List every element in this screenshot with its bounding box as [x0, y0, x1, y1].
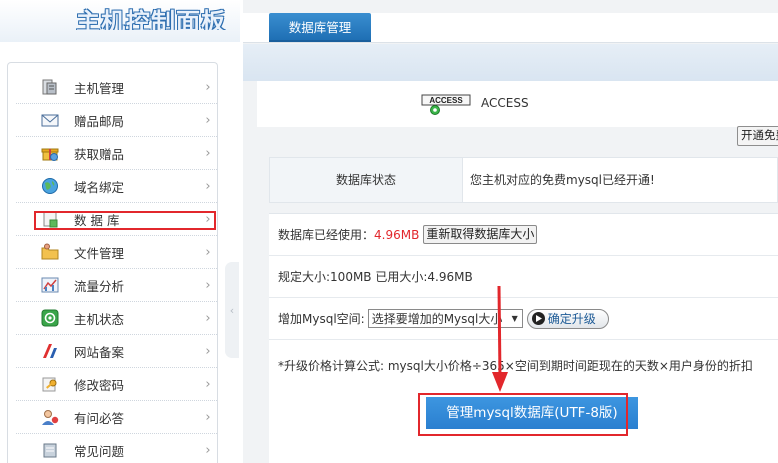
sidebar-item-label: 获取赠品 — [74, 146, 125, 162]
used-label: 数据库已经使用： — [278, 228, 375, 242]
power-icon — [40, 308, 60, 328]
access-label: ACCESS — [481, 96, 529, 110]
database-status-row: 数据库状态 您主机对应的免费mysql已经开通! — [269, 157, 778, 203]
chevron-right-icon: › — [205, 409, 211, 425]
tab-database-management[interactable]: 数据库管理 — [269, 13, 371, 42]
sidebar-item-get-gift[interactable]: 获取赠品 › — [16, 137, 217, 170]
chevron-right-icon: › — [205, 145, 211, 161]
folder-icon — [40, 242, 60, 262]
add-space-label: 增加Mysql空间: — [278, 312, 365, 326]
header-strip — [243, 44, 778, 81]
chevron-right-icon: › — [205, 79, 211, 95]
user-help-icon — [40, 407, 60, 427]
sidebar-item-gift-mail[interactable]: 赠品邮局 › — [16, 104, 217, 137]
chevron-right-icon: › — [205, 310, 211, 326]
dropdown-arrow-icon: ▼ — [511, 314, 518, 323]
status-value: 您主机对应的免费mysql已经开通! — [470, 173, 655, 187]
sidebar-item-label: 主机状态 — [74, 311, 125, 327]
sidebar-item-label: 文件管理 — [74, 245, 125, 261]
size-row: 规定大小:100MB 已用大小:4.96MB — [269, 256, 778, 298]
sidebar-item-label: 修改密码 — [74, 377, 125, 393]
chevron-right-icon: › — [205, 178, 211, 194]
sidebar-item-faq[interactable]: 常见问题 › — [16, 434, 217, 463]
chevron-right-icon: › — [205, 376, 211, 392]
sidebar-item-host-management[interactable]: 主机管理 › — [16, 71, 217, 104]
database-icon — [40, 209, 60, 229]
sidebar-item-database[interactable]: 数 据 库 › — [16, 203, 217, 236]
access-logo-icon: ACCESS — [421, 94, 471, 116]
sidebar-item-change-password[interactable]: 修改密码 › — [16, 368, 217, 401]
upgrade-label: 确定升级 — [547, 312, 596, 326]
play-icon — [531, 312, 545, 325]
refresh-size-button[interactable]: 重新取得数据库大小 — [423, 225, 538, 244]
chevron-left-icon: ‹ — [229, 303, 235, 317]
sidebar-item-domain-binding[interactable]: 域名绑定 › — [16, 170, 217, 203]
used-value: 4.96MB — [374, 227, 420, 242]
chevron-right-icon: › — [205, 343, 211, 359]
sidebar-item-label: 流量分析 — [74, 278, 125, 294]
sidebar-item-host-status[interactable]: 主机状态 › — [16, 302, 217, 335]
panel-title: 主机控制面板 — [76, 7, 226, 30]
chevron-right-icon: › — [205, 112, 211, 128]
select-value: 选择要增加的Mysql大小 — [371, 312, 503, 326]
sidebar: 主机管理 › 赠品邮局 › 获取赠品 › 域名绑定 › 数 据 库 › 文件管理 — [7, 62, 218, 463]
sidebar-item-file-management[interactable]: 文件管理 › — [16, 236, 217, 269]
size-text: 规定大小:100MB 已用大小:4.96MB — [278, 270, 473, 284]
sidebar-item-label: 域名绑定 — [74, 179, 125, 195]
mail-icon — [40, 110, 60, 130]
sidebar-item-website-record[interactable]: 网站备案 › — [16, 335, 217, 368]
usage-row: 数据库已经使用： 4.96MB 重新取得数据库大小 — [269, 214, 778, 256]
sidebar-item-traffic-analysis[interactable]: 流量分析 › — [16, 269, 217, 302]
sidebar-item-label: 有问必答 — [74, 410, 125, 426]
access-logo-text: ACCESS — [429, 96, 463, 105]
main-panel: 数据库管理 ACCESS ACCESS 开通免费 数据库状态 您主机对应的免费m… — [243, 0, 778, 463]
sidebar-item-label: 数 据 库 — [74, 212, 120, 228]
sidebar-item-label: 赠品邮局 — [74, 113, 125, 129]
header-banner: 主机控制面板 — [0, 0, 240, 42]
gift-icon — [40, 143, 60, 163]
chevron-right-icon: › — [205, 277, 211, 293]
add-space-row: 增加Mysql空间: 选择要增加的Mysql大小 ▼ 确定升级 — [269, 298, 778, 340]
faq-icon — [40, 440, 60, 460]
confirm-upgrade-button[interactable]: 确定升级 — [526, 308, 609, 329]
chevron-right-icon: › — [205, 244, 211, 260]
mysql-size-select[interactable]: 选择要增加的Mysql大小 ▼ — [367, 309, 523, 328]
chevron-right-icon: › — [205, 211, 211, 227]
access-bar: ACCESS ACCESS — [257, 81, 778, 127]
sidebar-item-label: 网站备案 — [74, 344, 125, 360]
sidebar-item-label: 主机管理 — [74, 80, 125, 96]
server-icon — [40, 77, 60, 97]
sidebar-item-qa[interactable]: 有问必答 › — [16, 401, 217, 434]
chart-icon — [40, 275, 60, 295]
record-icon — [40, 341, 60, 361]
chevron-right-icon: › — [205, 442, 211, 458]
open-free-button[interactable]: 开通免费 — [737, 126, 778, 146]
globe-icon — [40, 176, 60, 196]
price-formula: *升级价格计算公式: mysql大小价格÷365×空间到期时间距现在的天数×用户… — [278, 359, 753, 373]
status-header: 数据库状态 — [270, 158, 463, 202]
sidebar-collapse-handle[interactable]: ‹ — [225, 262, 239, 358]
manage-mysql-button[interactable]: 管理mysql数据库(UTF-8版) — [426, 397, 638, 429]
sidebar-item-label: 常见问题 — [74, 443, 125, 459]
key-icon — [40, 374, 60, 394]
